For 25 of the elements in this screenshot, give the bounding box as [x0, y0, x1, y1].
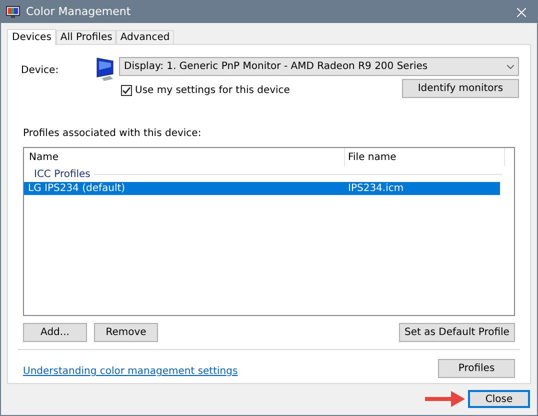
chevron-down-icon [507, 64, 514, 68]
column-header[interactable]: File name [345, 148, 505, 166]
add-button[interactable]: Add... [23, 323, 87, 342]
device-dropdown[interactable]: Display: 1. Generic PnP Monitor - AMD Radeon R9 200 Series [119, 57, 519, 76]
identify-monitors-button[interactable]: Identify monitors [402, 79, 519, 98]
profiles-button[interactable]: Profiles [438, 359, 515, 378]
profiles-label: Profiles associated with this device: [23, 127, 202, 141]
color-monitor-icon [6, 6, 20, 18]
set-default-button[interactable]: Set as Default Profile [399, 323, 515, 342]
checkbox-label: Use my settings for this device [135, 84, 290, 98]
checkbox[interactable] [121, 85, 132, 96]
table-row[interactable]: LG IPS234 (default) IPS234.icm [24, 182, 500, 195]
monitor-icon [96, 57, 116, 82]
help-link[interactable]: Understanding color management settings [23, 364, 238, 379]
column-header[interactable]: Name [24, 148, 345, 166]
device-label: Device: [21, 64, 60, 78]
window-title: Color Management [26, 4, 131, 20]
tab[interactable]: Advanced [116, 30, 174, 44]
group-header: ICC Profiles [34, 168, 90, 182]
remove-button[interactable]: Remove [94, 323, 158, 342]
tab[interactable]: All Profiles [56, 30, 116, 44]
close-button[interactable]: Close [468, 390, 530, 408]
arrow-drawing [425, 391, 465, 407]
tab[interactable]: Devices [7, 29, 56, 45]
close-icon[interactable] [517, 8, 526, 16]
